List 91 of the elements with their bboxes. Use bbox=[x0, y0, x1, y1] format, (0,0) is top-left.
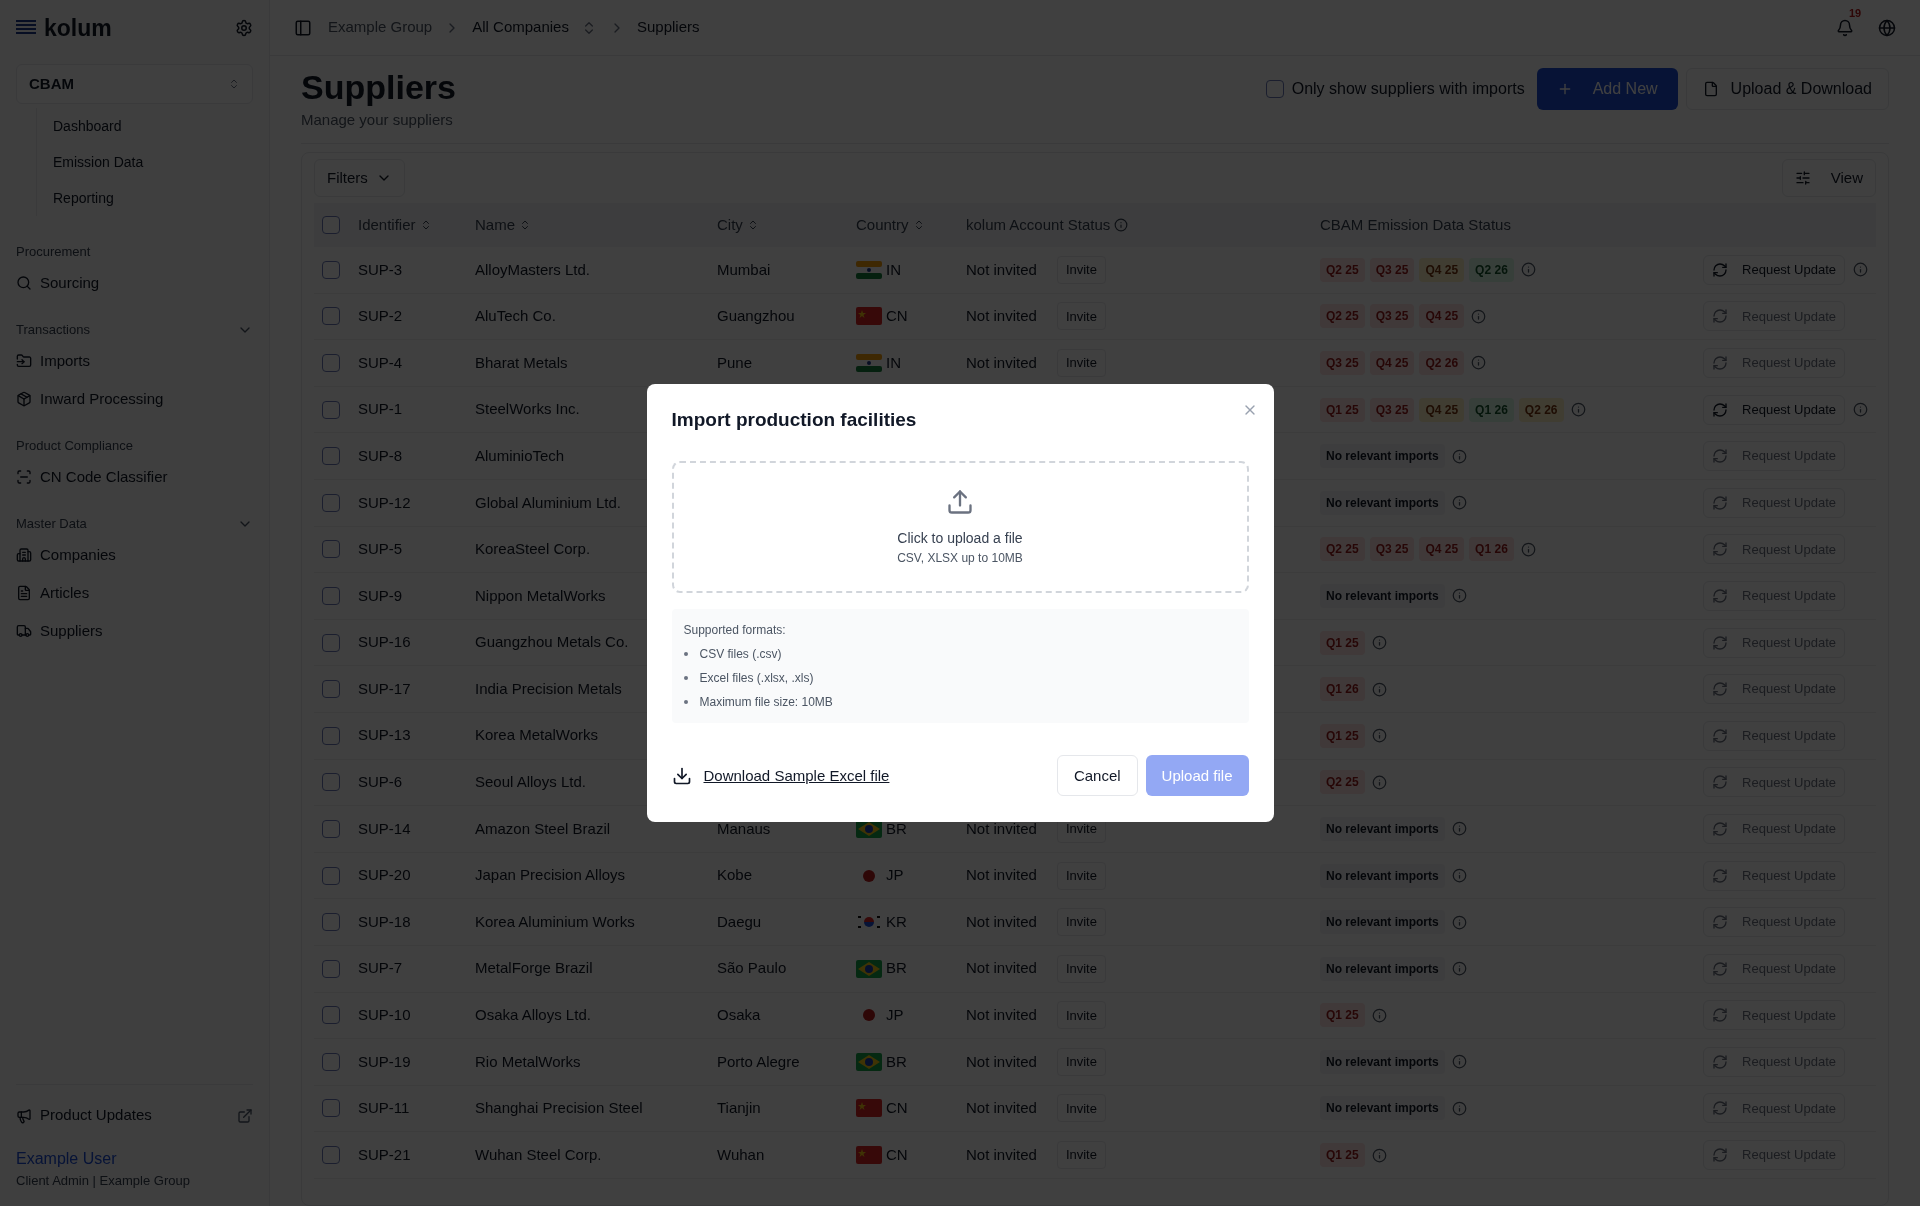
account-status: Not invited bbox=[966, 1005, 1037, 1026]
table-cell-text: SUP-12 bbox=[358, 492, 411, 513]
table-cell-text: Rio MetalWorks bbox=[475, 1051, 581, 1072]
table-cell-text: Guangzhou Metals Co. bbox=[475, 632, 629, 653]
dialog-title: Import production facilities bbox=[671, 407, 917, 432]
country-code: CN bbox=[886, 306, 908, 327]
table-cell-text: SUP-18 bbox=[358, 911, 411, 932]
upload-icon bbox=[946, 487, 974, 516]
table-cell-text: São Paulo bbox=[717, 958, 787, 979]
table-cell-text: Daegu bbox=[717, 911, 762, 932]
account-status: Not invited bbox=[966, 306, 1037, 327]
table-cell-text: AluTech Co. bbox=[475, 306, 556, 327]
table-cell-text: Amazon Steel Brazil bbox=[475, 818, 611, 839]
table-cell-text: SUP-20 bbox=[358, 865, 411, 886]
table-cell-text: Porto Alegre bbox=[717, 1051, 800, 1072]
country-code: BR bbox=[886, 818, 907, 839]
table-cell-text: Tianjin bbox=[717, 1098, 761, 1119]
table-cell-text: SUP-10 bbox=[358, 1005, 411, 1026]
account-status: Not invited bbox=[966, 1144, 1037, 1165]
table-cell-text: SUP-4 bbox=[358, 352, 403, 373]
download-icon bbox=[671, 765, 692, 786]
table-cell-text: SUP-19 bbox=[358, 1051, 411, 1072]
table-cell-text: Guangzhou bbox=[717, 306, 795, 327]
country-code: BR bbox=[886, 1051, 907, 1072]
table-cell-text: India Precision Metals bbox=[475, 678, 622, 699]
format-item: Maximum file size: 10MB bbox=[699, 694, 833, 712]
country-code: CN bbox=[886, 1144, 908, 1165]
account-status: Not invited bbox=[966, 259, 1037, 280]
account-status: Not invited bbox=[966, 1051, 1037, 1072]
country-code: IN bbox=[886, 259, 901, 280]
table-cell-text: Wuhan bbox=[717, 1144, 765, 1165]
account-status: Not invited bbox=[966, 352, 1037, 373]
table-cell-text: Global Aluminium Ltd. bbox=[475, 492, 621, 513]
formats-title: Supported formats: bbox=[683, 622, 786, 640]
table-cell-text: SUP-6 bbox=[358, 772, 403, 793]
table-cell-text: Manaus bbox=[717, 818, 771, 839]
table-cell-text: Mumbai bbox=[717, 259, 771, 280]
format-item: Excel files (.xlsx, .xls) bbox=[699, 670, 814, 688]
account-status: Not invited bbox=[966, 911, 1037, 932]
upload-hint: CSV, XLSX up to 10MB bbox=[897, 549, 1023, 567]
table-cell-text: AlloyMasters Ltd. bbox=[475, 259, 591, 280]
account-status: Not invited bbox=[966, 818, 1037, 839]
table-cell-text: Seoul Alloys Ltd. bbox=[475, 772, 586, 793]
table-cell-text: SUP-17 bbox=[358, 678, 411, 699]
account-status: Not invited bbox=[966, 865, 1037, 886]
table-cell-text: Korea Aluminium Works bbox=[475, 911, 635, 932]
account-status: Not invited bbox=[966, 1098, 1037, 1119]
table-cell-text: SUP-8 bbox=[358, 445, 403, 466]
table-cell-text: SUP-11 bbox=[358, 1098, 410, 1119]
table-cell-text: SteelWorks Inc. bbox=[475, 399, 580, 420]
table-cell-text: Shanghai Precision Steel bbox=[475, 1098, 643, 1119]
table-cell-text: Bharat Metals bbox=[475, 352, 568, 373]
table-cell-text: SUP-5 bbox=[358, 539, 403, 560]
country-code: KR bbox=[886, 911, 907, 932]
table-cell-text: KoreaSteel Corp. bbox=[475, 539, 591, 560]
table-cell-text: Korea MetalWorks bbox=[475, 725, 599, 746]
table-cell-text: Japan Precision Alloys bbox=[475, 865, 626, 886]
bullet-icon bbox=[683, 700, 688, 705]
checkbox-label: Only show suppliers with imports bbox=[1291, 79, 1525, 99]
upload-prompt: Click to upload a file bbox=[897, 528, 1023, 548]
table-cell-text: SUP-1 bbox=[358, 399, 403, 420]
table-cell-text: SUP-9 bbox=[358, 585, 403, 606]
account-status: Not invited bbox=[966, 958, 1037, 979]
bullet-icon bbox=[683, 652, 688, 657]
table-cell-text: SUP-3 bbox=[358, 259, 403, 280]
table-cell-text: SUP-14 bbox=[358, 818, 411, 839]
country-code: IN bbox=[886, 352, 901, 373]
table-cell-text: MetalForge Brazil bbox=[475, 958, 593, 979]
table-cell-text: SUP-7 bbox=[358, 958, 403, 979]
page-title: Suppliers bbox=[301, 67, 456, 108]
table-cell-text: Osaka Alloys Ltd. bbox=[475, 1005, 591, 1026]
table-cell-text: Wuhan Steel Corp. bbox=[475, 1144, 602, 1165]
table-cell-text: SUP-13 bbox=[358, 725, 411, 746]
table-cell-text: Nippon MetalWorks bbox=[475, 585, 606, 606]
cancel-button[interactable]: Cancel bbox=[1056, 755, 1138, 797]
bullet-icon bbox=[683, 676, 688, 681]
table-cell-text: SUP-16 bbox=[358, 632, 411, 653]
table-cell-text: Kobe bbox=[717, 865, 753, 886]
table-cell-text: SUP-2 bbox=[358, 306, 403, 327]
table-cell-text: Osaka bbox=[717, 1005, 761, 1026]
format-item: CSV files (.csv) bbox=[699, 646, 782, 664]
logo-text: kolum bbox=[44, 13, 112, 43]
country-code: JP bbox=[886, 865, 904, 886]
download-sample-link[interactable]: Download Sample Excel file bbox=[671, 764, 890, 787]
country-code: JP bbox=[886, 1005, 904, 1026]
table-cell-text: SUP-21 bbox=[358, 1144, 411, 1165]
table-cell-text: Pune bbox=[717, 352, 753, 373]
upload-dropzone[interactable]: Click to upload a file CSV, XLSX up to 10MB bbox=[671, 461, 1249, 594]
country-code: CN bbox=[886, 1098, 908, 1119]
table-cell-text: AluminioTech bbox=[475, 445, 565, 466]
country-code: BR bbox=[886, 958, 907, 979]
